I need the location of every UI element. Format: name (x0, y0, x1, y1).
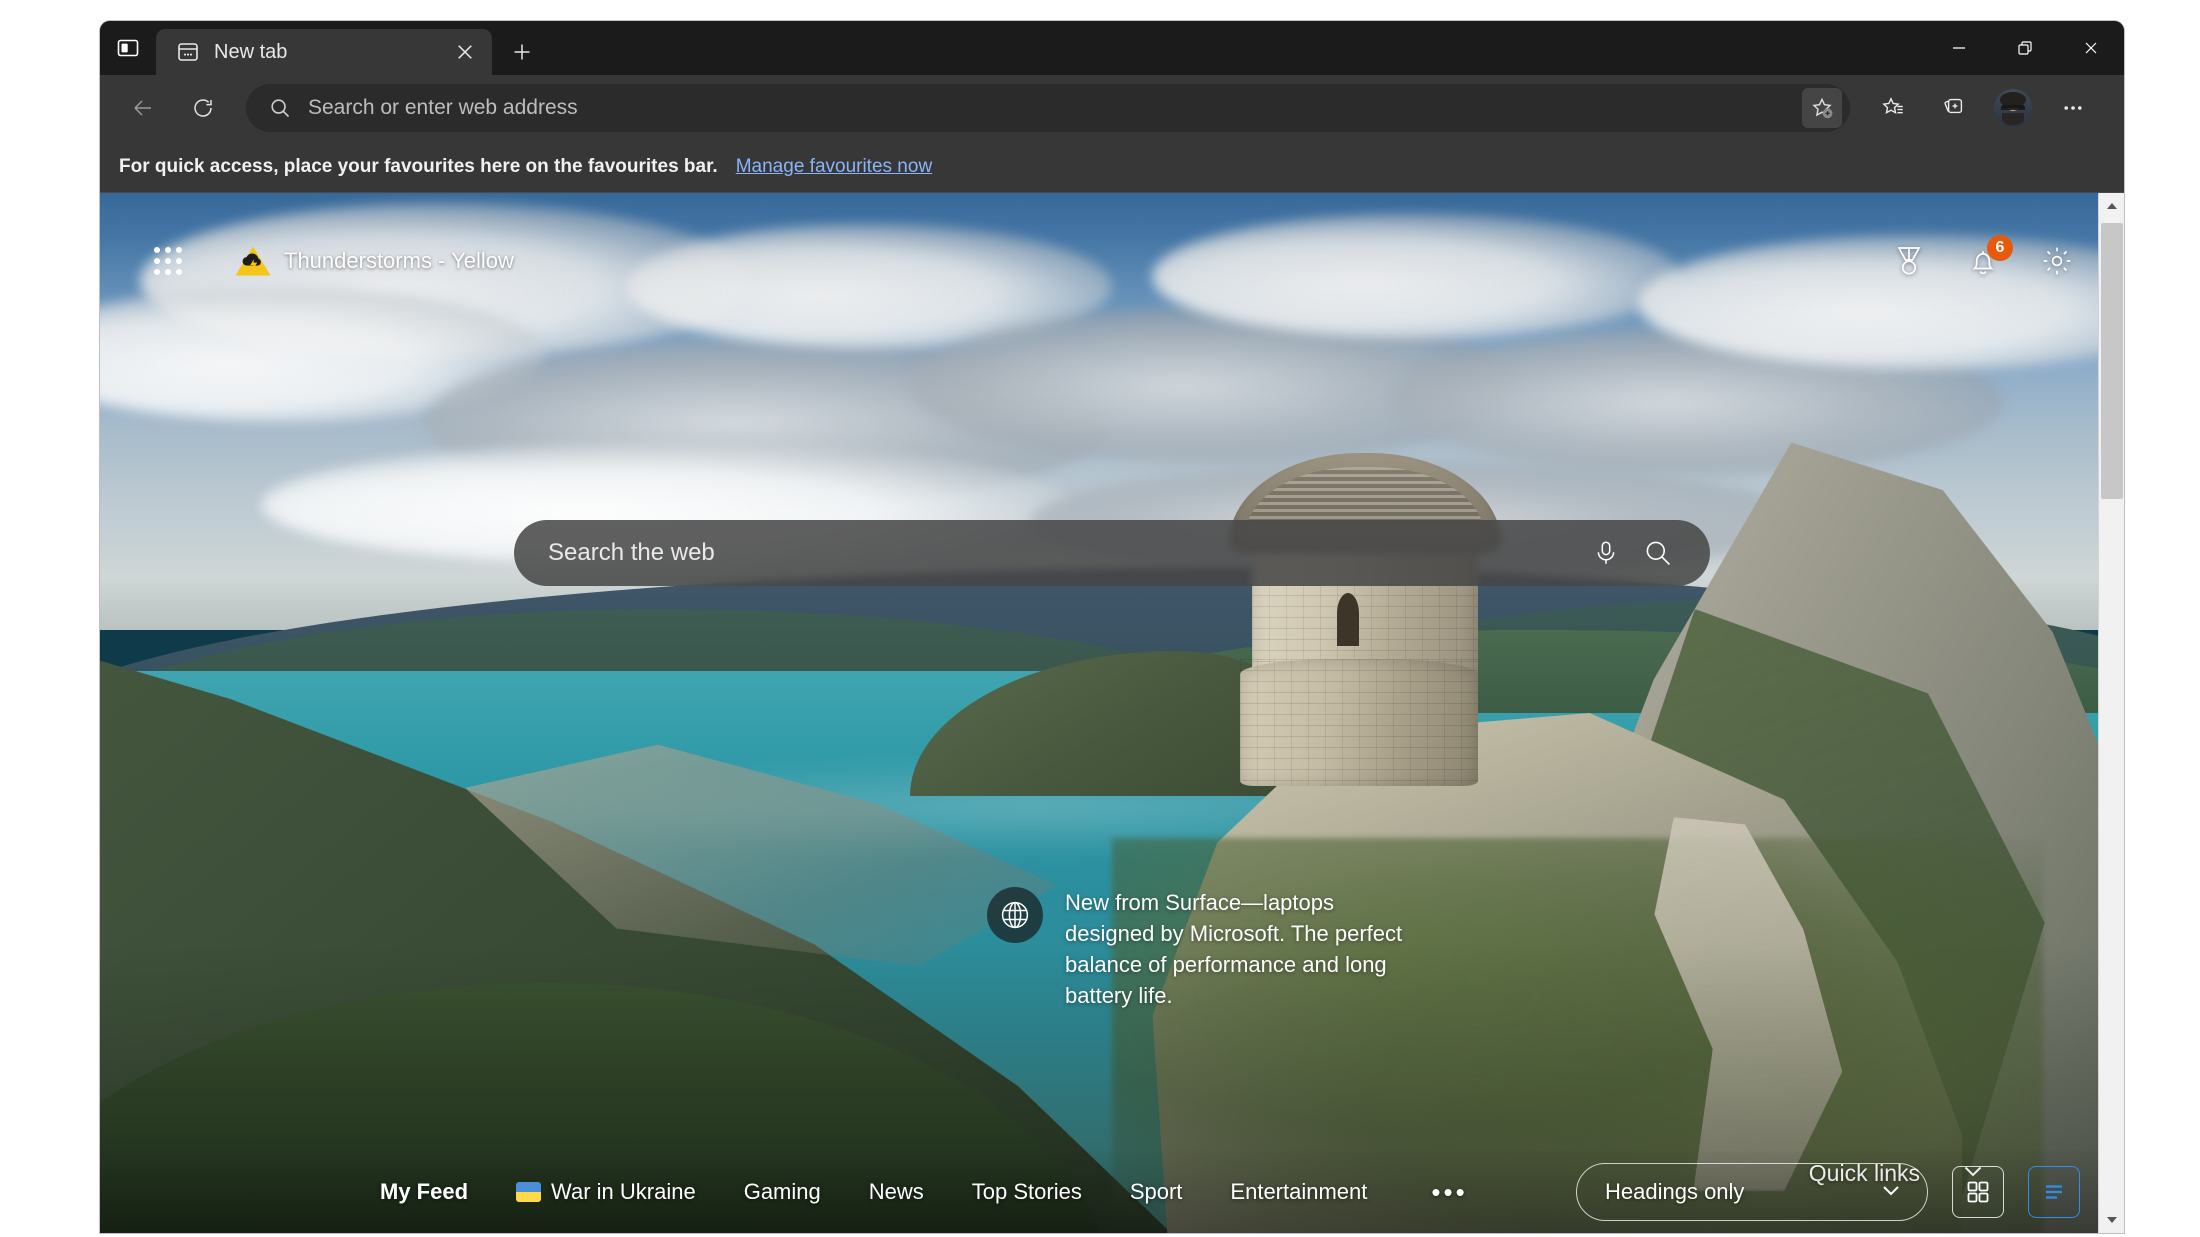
feed-tab-news[interactable]: News (845, 1179, 948, 1205)
page-scrollbar[interactable] (2098, 193, 2124, 1233)
manage-favourites-link[interactable]: Manage favourites now (736, 156, 932, 178)
feed-tab-war-in-ukraine[interactable]: War in Ukraine (492, 1179, 720, 1205)
feed-tab-sport[interactable]: Sport (1106, 1179, 1207, 1205)
favourites-star-icon[interactable] (1866, 81, 1920, 135)
new-tab-favicon (176, 40, 200, 64)
gear-icon[interactable] (2040, 244, 2074, 278)
feed-tab-entertainment[interactable]: Entertainment (1206, 1179, 1391, 1205)
feed-tab-top-stories[interactable]: Top Stories (948, 1179, 1106, 1205)
feed-navigation-bar: My Feed War in Ukraine Gaming News Top S… (100, 1151, 2124, 1233)
feed-tab-label: My Feed (380, 1179, 469, 1204)
browser-toolbar (100, 75, 2124, 141)
globe-icon (987, 887, 1043, 943)
plus-icon[interactable] (498, 29, 546, 75)
feed-tab-label: Top Stories (971, 1179, 1082, 1204)
promo-card[interactable]: New from Surface—laptops designed by Mic… (987, 887, 1427, 1011)
thunderstorm-warning-icon (234, 244, 272, 278)
feed-tab-label: War in Ukraine (551, 1179, 696, 1204)
tab-title: New tab (214, 40, 288, 63)
ukraine-flag-icon (516, 1182, 542, 1202)
rewards-medal-icon[interactable] (1892, 244, 1926, 278)
desktop-backdrop: New tab Search or enter web address For … (0, 0, 2200, 1237)
caret-up-icon[interactable] (2099, 193, 2125, 219)
list-view-icon[interactable] (2028, 1166, 2080, 1218)
close-icon[interactable] (2058, 21, 2124, 75)
app-grid-icon[interactable] (146, 239, 190, 283)
browser-window: New tab Search or enter web address For … (100, 21, 2124, 1233)
feed-tab-list: My Feed War in Ukraine Gaming News Top S… (356, 1177, 1484, 1208)
address-input[interactable] (308, 96, 1786, 120)
new-tab-page: Thunderstorms - Yellow 6 Search the web … (100, 193, 2124, 1233)
feed-layout-select[interactable]: Headings only (1576, 1163, 1928, 1221)
star-plus-icon[interactable] (1802, 88, 1842, 128)
weather-alert-label: Thunderstorms - Yellow (284, 248, 514, 273)
window-controls (1926, 21, 2124, 75)
scrollbar-track[interactable] (2099, 219, 2124, 1207)
search-icon (268, 96, 292, 120)
web-search-box[interactable] (514, 520, 1710, 586)
feed-tab-label: Entertainment (1230, 1179, 1368, 1204)
feed-tab-label: Gaming (743, 1179, 821, 1204)
tab-strip: New tab (100, 21, 2124, 75)
ellipsis-icon[interactable]: ••• (1415, 1177, 1483, 1208)
collections-icon[interactable] (1926, 81, 1980, 135)
feed-tab-label: Sport (1129, 1179, 1183, 1204)
feed-layout-value: Headings only (1605, 1179, 1745, 1204)
microphone-icon[interactable] (1580, 527, 1632, 579)
notification-badge: 6 (1987, 235, 2013, 261)
ntp-top-bar: Thunderstorms - Yellow 6 (100, 233, 2124, 289)
split-screen-icon[interactable] (100, 21, 156, 75)
restore-icon[interactable] (1992, 21, 2058, 75)
profile-avatar[interactable] (1994, 89, 2032, 127)
scrollbar-thumb[interactable] (2101, 223, 2123, 499)
caret-down-icon[interactable] (2099, 1207, 2125, 1233)
feed-view-controls: Headings only (1576, 1163, 2080, 1221)
background-image (100, 193, 2124, 1233)
web-search-input[interactable] (548, 539, 1580, 567)
feed-tab-label: News (868, 1179, 924, 1204)
browser-tab[interactable]: New tab (156, 29, 492, 75)
feed-tab-gaming[interactable]: Gaming (720, 1179, 845, 1205)
feed-tab-my-feed[interactable]: My Feed (356, 1179, 492, 1205)
ellipsis-icon[interactable] (2046, 81, 2100, 135)
close-icon[interactable] (448, 35, 482, 69)
favourites-bar-message: For quick access, place your favourites … (119, 155, 718, 177)
weather-alert-chip[interactable]: Thunderstorms - Yellow (224, 240, 524, 282)
bell-icon[interactable]: 6 (1966, 235, 2013, 278)
promo-text: New from Surface—laptops designed by Mic… (1065, 890, 1403, 1008)
favourites-bar: For quick access, place your favourites … (100, 141, 2124, 193)
grid-view-icon[interactable] (1952, 1166, 2004, 1218)
chevron-down-icon[interactable] (1879, 1178, 1903, 1207)
minimize-icon[interactable] (1926, 21, 1992, 75)
back-arrow-icon[interactable] (116, 81, 170, 135)
search-icon[interactable] (1632, 527, 1684, 579)
ntp-top-right-actions: 6 (1892, 235, 2074, 278)
refresh-icon[interactable] (176, 81, 230, 135)
address-bar[interactable] (246, 84, 1850, 132)
